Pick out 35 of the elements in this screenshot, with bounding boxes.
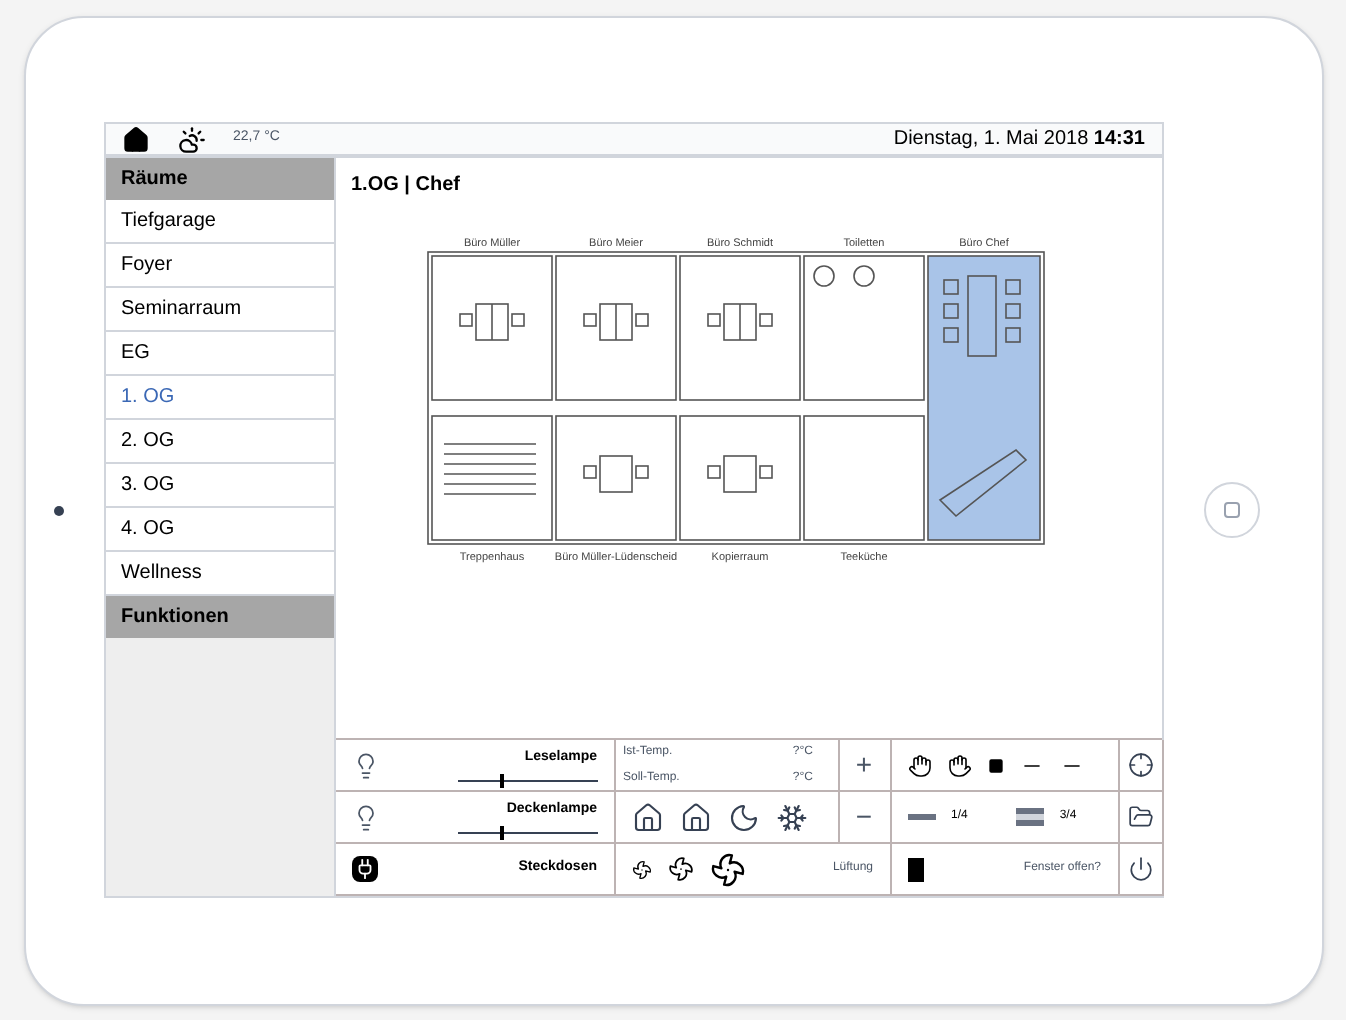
night-mode-icon[interactable]: [727, 801, 759, 833]
room-item[interactable]: 1. OG: [105, 376, 333, 420]
hand-tilted-icon[interactable]: [947, 753, 971, 777]
section-header: Räume: [105, 158, 333, 200]
date-time: Dienstag, 1. Mai 2018 14:31: [893, 126, 1145, 154]
stop-icon[interactable]: [987, 757, 1003, 773]
breadcrumb: 1.OG | Chef: [349, 172, 462, 200]
home-icon[interactable]: [121, 125, 149, 153]
room-item[interactable]: Foyer: [105, 244, 333, 288]
minus-button[interactable]: −: [839, 792, 891, 844]
small-fan-icon[interactable]: [631, 859, 651, 879]
room-item[interactable]: Wellness: [105, 552, 333, 596]
room-item[interactable]: 2. OG: [105, 420, 333, 464]
folder-icon[interactable]: [1127, 804, 1153, 830]
home-button[interactable]: [1203, 482, 1259, 538]
weather-icon: [173, 125, 209, 153]
power-icon[interactable]: [1127, 856, 1153, 882]
hand-icon[interactable]: [907, 753, 931, 777]
plus-button[interactable]: +: [839, 740, 891, 792]
target-icon[interactable]: [1127, 752, 1153, 778]
shade-three-quarter-icon[interactable]: [1015, 808, 1044, 826]
socket-icon[interactable]: [351, 856, 377, 882]
large-fan-icon[interactable]: [709, 851, 745, 887]
room-item[interactable]: EG: [105, 332, 333, 376]
room-item[interactable]: Seminarraum: [105, 288, 333, 332]
room-item[interactable]: Tiefgarage: [105, 200, 333, 244]
section-header: Funktionen: [105, 596, 333, 638]
home-mode-icon[interactable]: [631, 801, 663, 833]
room-item[interactable]: 3. OG: [105, 464, 333, 508]
shade-quarter-icon[interactable]: [907, 814, 935, 820]
square-icon: [1223, 502, 1239, 518]
snowflake-icon[interactable]: [775, 801, 807, 833]
room-item[interactable]: 4. OG: [105, 508, 333, 552]
medium-fan-icon[interactable]: [667, 856, 693, 882]
camera-icon: [53, 505, 63, 515]
